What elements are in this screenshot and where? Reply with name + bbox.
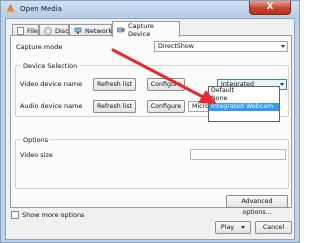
tab-network-label: Network (85, 26, 113, 35)
audio-configure-button[interactable]: Configure (147, 100, 185, 113)
tab-capture-device-label: Capture Device (128, 21, 154, 38)
show-more-label: Show more options (22, 211, 85, 219)
cancel-button[interactable]: Cancel (255, 221, 292, 234)
capture-device-icon (117, 26, 125, 33)
video-size-label: Video size (20, 151, 53, 159)
video-device-dropdown: Default None Integrated Webcam (208, 86, 280, 122)
dropdown-option-integrated-webcam[interactable]: Integrated Webcam (209, 103, 279, 111)
play-button[interactable]: Play (215, 221, 251, 234)
options-group: Options Video size (15, 136, 289, 189)
video-configure-button[interactable]: Configure (147, 78, 185, 91)
audio-refresh-button[interactable]: Refresh list (93, 100, 136, 113)
window-title: Open Media (20, 5, 62, 13)
vlc-cone-icon (6, 3, 15, 13)
close-button[interactable]: X (249, 1, 291, 15)
advanced-options-button[interactable]: Advanced options... (226, 195, 288, 216)
network-icon (74, 27, 82, 34)
capture-mode-value: DirectShow (158, 43, 194, 50)
dropdown-option-default[interactable]: Default (209, 87, 279, 95)
show-more-checkbox[interactable] (11, 211, 19, 219)
video-size-input[interactable] (190, 149, 286, 160)
capture-mode-select[interactable]: DirectShow (154, 41, 288, 52)
dialog-client: File Disc Network Capture Device Capture… (5, 18, 295, 240)
capture-mode-label: Capture mode (16, 43, 63, 51)
play-label: Play (220, 224, 235, 231)
tab-bar: File Disc Network Capture Device (10, 21, 290, 38)
tab-disc-label: Disc (55, 26, 69, 35)
video-device-label: Video device name (20, 80, 83, 88)
tab-file-label: File (27, 26, 38, 35)
options-title: Options (21, 136, 51, 144)
chevron-down-icon (241, 225, 246, 229)
disc-icon (44, 27, 52, 35)
audio-device-label: Audio device name (20, 102, 83, 110)
tab-capture-device[interactable]: Capture Device (112, 21, 180, 38)
chevron-down-icon (281, 45, 285, 48)
video-refresh-button[interactable]: Refresh list (93, 78, 136, 91)
device-selection-title: Device Selection (21, 62, 80, 70)
chevron-down-icon (280, 83, 284, 86)
file-icon (17, 27, 24, 35)
title-bar: Open Media X (1, 1, 299, 17)
dropdown-option-none[interactable]: None (209, 95, 279, 103)
